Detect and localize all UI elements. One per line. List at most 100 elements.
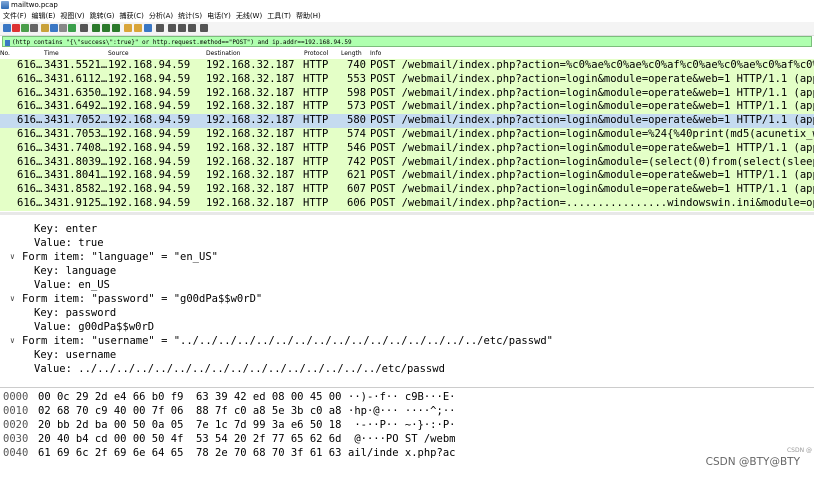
column-header-source[interactable]: Source xyxy=(108,48,129,59)
tree-item[interactable]: Key: password xyxy=(34,306,116,320)
tree-item-text: Value: true xyxy=(34,237,104,249)
packet-list: 616… 3431.5521… 192.168.94.59 192.168.32.18… xyxy=(0,59,814,211)
tree-item-text: Value: ../../../../../../../../../../../… xyxy=(34,363,445,375)
packet-row[interactable]: 616… 3431.7052… 192.168.94.59 192.168.32.18… xyxy=(0,114,814,128)
resize-columns-icon[interactable] xyxy=(200,24,208,32)
hex-off: 0030 xyxy=(3,433,29,445)
packet-row[interactable]: 616… 3431.8039… 192.168.94.59 192.168.32.18… xyxy=(0,155,814,170)
menu-item-5[interactable]: 分析(A) xyxy=(149,11,173,22)
chevron-down-icon[interactable]: ∨ xyxy=(10,250,15,264)
packet-row[interactable]: 616… 3431.7053… 192.168.94.59 192.168.32.18… xyxy=(0,127,814,142)
hex-ascii[interactable]: ·-··P·· ~·}·:·P· xyxy=(348,419,455,432)
menu-item-1[interactable]: 编辑(E) xyxy=(32,11,56,22)
autoscroll-icon[interactable] xyxy=(144,24,152,32)
tree-item[interactable]: Key: username xyxy=(34,348,116,362)
menu-item-9[interactable]: 工具(T) xyxy=(267,11,291,22)
packet-row[interactable]: 616… 3431.8582… 192.168.94.59 192.168.32.18… xyxy=(0,183,814,197)
hex-bytes[interactable]: 00 0c 29 2d e4 66 b0 f9 63 39 42 ed 08 0… xyxy=(38,391,341,404)
filter-text: (http contains "{\"success\":true}" or h… xyxy=(12,39,352,46)
filter-bookmark-icon[interactable] xyxy=(5,39,10,46)
hex-bytes[interactable]: 02 68 70 c9 40 00 7f 06 88 7f c0 a8 5e 3… xyxy=(38,405,341,418)
restart-icon[interactable] xyxy=(21,24,29,32)
packet-info: POST /webmail/index.php?action=login&mod… xyxy=(370,141,814,154)
packet-src: 192.168.94.59 xyxy=(108,59,191,71)
zoom-in-icon[interactable] xyxy=(168,24,176,32)
tree-item[interactable]: Value: en_US xyxy=(34,278,110,292)
packet-no: 616… xyxy=(17,114,43,127)
zoom-out-icon[interactable] xyxy=(178,24,186,32)
hex-ascii[interactable]: @····PO ST /webm xyxy=(348,433,455,446)
hex-bytes[interactable]: 20 40 b4 cd 00 00 50 4f 53 54 20 2f 77 6… xyxy=(38,433,341,446)
menu-item-3[interactable]: 跳转(G) xyxy=(90,11,115,22)
gear-icon[interactable] xyxy=(30,24,38,32)
chevron-down-icon[interactable]: ∨ xyxy=(10,334,15,348)
zoom-reset-icon[interactable] xyxy=(188,24,196,32)
packet-len: 621 xyxy=(347,169,366,182)
hex-bytes[interactable]: 61 69 6c 2f 69 6e 64 65 78 2e 70 68 70 3… xyxy=(38,447,341,460)
first-icon[interactable] xyxy=(124,24,132,32)
tree-item-text: Form item: "username" = "../../../../../… xyxy=(22,335,554,347)
packet-time: 3431.8041… xyxy=(44,169,108,182)
last-icon[interactable] xyxy=(134,24,142,32)
tree-item[interactable]: Key: enter xyxy=(34,222,97,236)
packet-row[interactable]: 616… 3431.6492… 192.168.94.59 192.168.32.18… xyxy=(0,100,814,115)
packet-no: 616… xyxy=(17,196,43,209)
packet-no: 616… xyxy=(17,169,43,182)
packet-details-pane: Key: enter Value: true ∨ Form item: "langua… xyxy=(0,222,814,384)
packet-row[interactable]: 616… 3431.7408… 192.168.94.59 192.168.32.18… xyxy=(0,141,814,156)
column-header-length[interactable]: Length xyxy=(341,48,362,59)
column-header-no[interactable]: No. xyxy=(0,48,10,59)
packet-src: 192.168.94.59 xyxy=(108,155,191,168)
hex-bytes[interactable]: 20 bb 2d ba 00 50 0a 05 7e 1c 7d 99 3a e… xyxy=(38,419,341,432)
tree-item[interactable]: Value: g00dPa$$w0rD xyxy=(34,320,154,334)
jump-icon[interactable] xyxy=(112,24,120,32)
menu-item-0[interactable]: 文件(F) xyxy=(3,11,27,22)
packet-row[interactable]: 616… 3431.8041… 192.168.94.59 192.168.32.18… xyxy=(0,169,814,184)
pane-splitter[interactable] xyxy=(0,212,814,215)
packet-row[interactable]: 616… 3431.5521… 192.168.94.59 192.168.32.18… xyxy=(0,59,814,73)
packet-row[interactable]: 616… 3431.9125… 192.168.94.59 192.168.32.18… xyxy=(0,196,814,211)
tree-item[interactable]: Value: true xyxy=(34,236,104,250)
packet-no: 616… xyxy=(17,100,43,113)
colorize-icon[interactable] xyxy=(156,24,164,32)
tree-item-expandable[interactable]: ∨ Form item: "username" = "../../../../..… xyxy=(10,334,554,348)
column-header-time[interactable]: Time xyxy=(44,48,59,59)
menu-item-2[interactable]: 视图(V) xyxy=(60,11,84,22)
tree-item[interactable]: Value: ../../../../../../../../../../../… xyxy=(34,362,445,376)
menu-item-10[interactable]: 帮助(H) xyxy=(296,11,321,22)
tree-item-expandable[interactable]: ∨ Form item: "language" = "en_US" xyxy=(10,250,218,264)
menu-item-8[interactable]: 无线(W) xyxy=(236,11,262,22)
open-folder-icon[interactable] xyxy=(41,24,49,32)
forward-icon[interactable] xyxy=(102,24,110,32)
menu-item-6[interactable]: 统计(S) xyxy=(178,11,202,22)
menu-item-4[interactable]: 捕获(C) xyxy=(120,11,144,22)
hex-ascii[interactable]: ail/inde x.php?ac xyxy=(348,447,455,460)
menu-item-7[interactable]: 电话(Y) xyxy=(207,11,231,22)
stop-icon[interactable] xyxy=(12,24,20,32)
tree-item[interactable]: Key: language xyxy=(34,264,116,278)
back-icon[interactable] xyxy=(92,24,100,32)
column-header-protocol[interactable]: Protocol xyxy=(304,48,328,59)
tree-item-text: Form item: "password" = "g00dPa$$w0rD" xyxy=(22,293,263,305)
packet-row[interactable]: 616… 3431.6350… 192.168.94.59 192.168.32.18… xyxy=(0,86,814,101)
column-header-destination[interactable]: Destination xyxy=(206,48,240,59)
packet-dst: 192.168.32.187 xyxy=(206,141,295,154)
packet-no: 616… xyxy=(17,141,43,154)
close-file-icon[interactable] xyxy=(59,24,67,32)
packet-len: 742 xyxy=(347,155,366,168)
reload-icon[interactable] xyxy=(68,24,76,32)
chevron-down-icon[interactable]: ∨ xyxy=(10,292,15,306)
hex-ascii[interactable]: ·hp·@··· ····^;·· xyxy=(348,405,455,418)
hex-ascii[interactable]: ··)-·f·· c9B···E· xyxy=(348,391,455,404)
display-filter-input[interactable]: (http contains "{\"success\":true}" or h… xyxy=(2,36,812,47)
tree-item-expandable[interactable]: ∨ Form item: "password" = "g00dPa$$w0rD" xyxy=(10,292,263,306)
column-header-info[interactable]: Info xyxy=(370,48,381,59)
save-icon[interactable] xyxy=(50,24,58,32)
find-icon[interactable] xyxy=(80,24,88,32)
packet-row[interactable]: 616… 3431.6112… 192.168.94.59 192.168.32.18… xyxy=(0,72,814,87)
hex-row: 0040 61 69 6c 2f 69 6e 64 65 78 2e 70 68 … xyxy=(0,447,814,460)
packet-len: 598 xyxy=(347,86,366,99)
packet-time: 3431.6112… xyxy=(44,72,108,85)
shark-fin-icon[interactable] xyxy=(3,24,11,32)
packet-no: 616… xyxy=(17,127,43,140)
